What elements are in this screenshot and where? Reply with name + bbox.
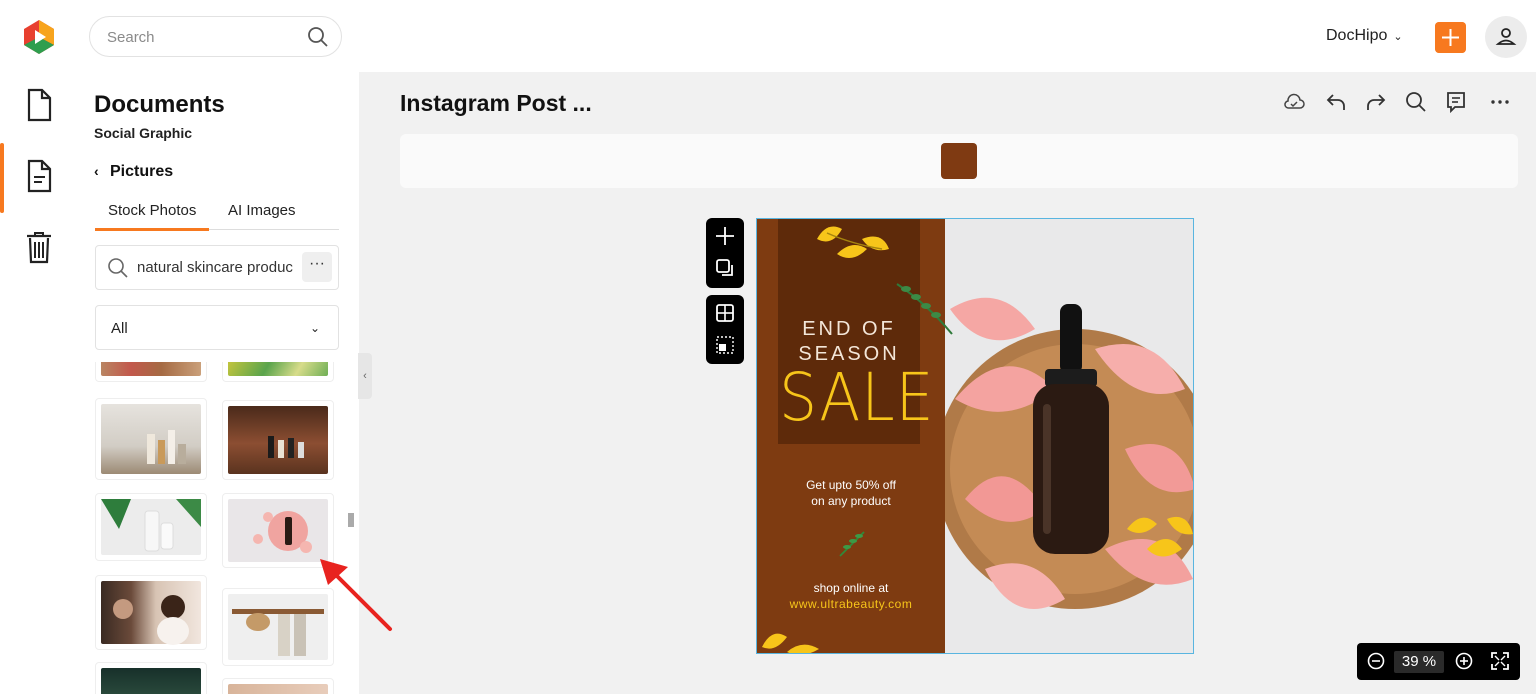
element-tools-group: [706, 218, 744, 288]
photo-thumbnail[interactable]: [222, 400, 334, 480]
zoom-value[interactable]: 39 %: [1394, 651, 1444, 673]
photo-thumbnail[interactable]: [95, 493, 207, 561]
undo-icon[interactable]: [1324, 90, 1348, 114]
photo-thumbnail[interactable]: [222, 678, 334, 694]
cloud-saved-icon[interactable]: [1282, 90, 1306, 114]
grid-icon[interactable]: [715, 303, 735, 323]
photo-tabs: Stock Photos AI Images: [94, 196, 339, 231]
red-arrow-annotation: [320, 559, 392, 631]
offer-text[interactable]: Get upto 50% off on any product: [767, 477, 935, 509]
offer-line1: Get upto 50% off: [806, 478, 896, 492]
trash-icon[interactable]: [24, 230, 54, 264]
tab-stock-photos[interactable]: Stock Photos: [94, 202, 210, 231]
scrollbar-thumb[interactable]: [348, 513, 354, 527]
add-page-icon[interactable]: [715, 226, 735, 246]
headline-sale[interactable]: SALE: [779, 364, 934, 432]
account-dropdown[interactable]: DocHipo ⌄: [1326, 27, 1403, 45]
search-placeholder: Search: [107, 29, 155, 46]
zoom-search-icon[interactable]: [1404, 90, 1428, 114]
panel-title: Documents: [94, 91, 225, 118]
template-document-icon[interactable]: [24, 159, 54, 193]
zoom-out-icon[interactable]: [1367, 652, 1385, 670]
back-to-pictures[interactable]: ‹ Pictures: [94, 163, 173, 181]
website-url[interactable]: www.ultrabeauty.com: [767, 597, 935, 611]
yellow-leaf-icon: [1127, 516, 1193, 557]
global-search-input[interactable]: Search: [89, 16, 342, 57]
green-sprig-icon: [839, 531, 865, 557]
yellow-leaf-icon: [817, 226, 889, 258]
user-icon: [1495, 28, 1517, 45]
top-bar: Search DocHipo ⌄: [0, 0, 1536, 72]
color-bar: [400, 134, 1518, 188]
duplicate-icon[interactable]: [715, 258, 735, 278]
new-design-button[interactable]: [1435, 22, 1466, 53]
fullscreen-icon[interactable]: [1491, 652, 1509, 670]
back-label: Pictures: [110, 163, 174, 180]
search-icon: [108, 258, 128, 278]
tab-ai-images[interactable]: AI Images: [228, 202, 296, 219]
yellow-leaf-icon: [762, 633, 819, 653]
photo-thumbnail[interactable]: [95, 662, 207, 694]
zoom-in-icon[interactable]: [1455, 652, 1473, 670]
chevron-left-icon: ‹: [94, 163, 99, 179]
chevron-down-icon: ⌄: [309, 321, 320, 335]
design-canvas[interactable]: END OF SEASON SALE Get upto 50% off on any…: [756, 218, 1194, 654]
comment-icon[interactable]: [1444, 90, 1468, 114]
more-options-button[interactable]: ···: [302, 252, 332, 282]
zoom-control: 39 %: [1357, 643, 1520, 680]
photo-thumbnail[interactable]: [222, 362, 334, 382]
filter-value: All: [111, 320, 128, 337]
photo-thumbnail[interactable]: [95, 575, 207, 650]
headline-line1: END OF: [802, 318, 896, 340]
redo-icon[interactable]: [1364, 90, 1388, 114]
account-name: DocHipo: [1326, 27, 1388, 44]
position-icon[interactable]: [715, 335, 735, 355]
photo-results-grid: [95, 362, 345, 694]
photo-thumbnail[interactable]: [95, 398, 207, 480]
offer-line2: on any product: [811, 494, 891, 508]
photo-search-value: natural skincare produc: [137, 259, 293, 276]
dochipo-logo[interactable]: [20, 18, 58, 56]
documents-panel: Documents Social Graphic ‹ Pictures Stock…: [75, 72, 359, 694]
layout-tools-group: [706, 295, 744, 364]
chevron-down-icon: ⌄: [1393, 31, 1403, 43]
filter-dropdown[interactable]: All ⌄: [95, 305, 339, 350]
photo-thumbnail[interactable]: [95, 362, 207, 382]
collapse-panel-button[interactable]: ‹: [358, 353, 372, 399]
color-swatch[interactable]: [941, 143, 977, 179]
panel-scrollbar[interactable]: [344, 360, 354, 694]
user-avatar-button[interactable]: [1485, 16, 1527, 58]
document-icon[interactable]: [24, 88, 54, 122]
rail-active-indicator: [0, 143, 4, 213]
more-options-icon[interactable]: [1488, 90, 1512, 114]
editor-toolbar: [1282, 90, 1522, 116]
left-rail: [0, 72, 75, 694]
photo-search-input[interactable]: natural skincare produc ···: [95, 245, 339, 290]
shop-text[interactable]: shop online at: [767, 580, 935, 596]
search-icon[interactable]: [307, 26, 329, 48]
document-title[interactable]: Instagram Post ...: [400, 90, 592, 117]
panel-subtitle: Social Graphic: [94, 125, 193, 141]
